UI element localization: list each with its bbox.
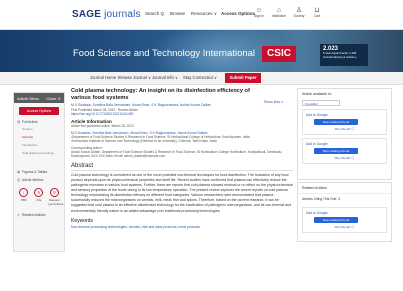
ad-title[interactable]: Add to Google: [306, 113, 383, 117]
logo-journals: journals: [104, 9, 141, 20]
sidebar-item-label: Article Metrics: [22, 178, 44, 183]
article-menu-title: Article Menu: [17, 95, 40, 101]
article-info-line: Article first published online: March 28…: [71, 124, 134, 129]
cite-button[interactable]: ✎ Cite: [33, 187, 45, 206]
csic-logo: CSIC: [262, 46, 296, 62]
why-this-ad-link[interactable]: Why this ad? ⓘ: [306, 156, 383, 160]
institution-label: Institution: [271, 14, 287, 19]
related-heading: Related Articles: [298, 183, 391, 194]
sidebar-item-metrics[interactable]: ▥ Article Metrics: [14, 176, 64, 184]
article-main: Cold plasma technology: An insight on it…: [71, 88, 293, 288]
sage-journals-logo[interactable]: SAGE journals: [72, 9, 141, 20]
related-articles-link[interactable]: ◎ Related Articles: [14, 211, 64, 219]
sidebar-item-label: Full Article: [22, 120, 38, 124]
doi-link[interactable]: https://doi.org/10.1177/1082013221104149…: [71, 112, 133, 116]
access-options-button[interactable]: Access Options: [19, 107, 59, 115]
stay-connected-menu[interactable]: Stay Connected ∨: [183, 75, 217, 80]
cite-label: Cite: [36, 197, 42, 202]
indexing-link[interactable]: Journal indexing & metrics »: [323, 56, 365, 60]
download-icon: ↓: [19, 187, 29, 197]
journal-banner: Food Science and Technology Internationa…: [0, 30, 403, 72]
related-articles-box: Related Articles Articles Citing This On…: [297, 182, 392, 242]
available-heading: Article available in:: [302, 92, 332, 96]
journal-info-menu[interactable]: Journal Info ∨: [152, 75, 178, 80]
page: SAGE journals Search Q Browse Resources …: [0, 0, 403, 291]
submit-paper-button[interactable]: Submit Paper: [225, 73, 261, 83]
sidebar-item-content[interactable]: Content: [14, 126, 64, 134]
sidebar-item-figures[interactable]: ▣ Figures & Tables: [14, 168, 64, 176]
cart-button[interactable]: ⊔ Cart: [306, 7, 328, 19]
journal-nav: Journal Home Browse Journal ∨ Journal In…: [0, 72, 403, 85]
society-label: Society: [293, 14, 305, 19]
nav-search[interactable]: Search Q: [145, 11, 164, 16]
logo-brand: SAGE: [72, 9, 102, 20]
article-menu: Article Menu Close ✕ Access Options ▤ Ful…: [13, 92, 65, 252]
signin-label: Sign in: [253, 14, 265, 19]
keywords-heading: Keywords: [71, 217, 93, 224]
pdf-button[interactable]: ↓ PDF: [18, 187, 30, 206]
permissions-label: Request permissions: [48, 197, 64, 206]
affiliation-2: ²Horticulture Institute of Science and T…: [71, 139, 217, 144]
stop-seeing-ad-button[interactable]: Stop reading this ad: [314, 217, 358, 223]
close-menu-button[interactable]: Close ✕: [46, 96, 61, 101]
signin-button[interactable]: ☺ Sign in: [248, 7, 270, 19]
nav-browse[interactable]: Browse: [170, 11, 185, 16]
article-title: Cold plasma technology: An insight on it…: [71, 88, 250, 101]
nav-resources[interactable]: Resources ∨: [191, 11, 217, 17]
sidebar-item-introduction[interactable]: Introduction: [14, 142, 64, 150]
sidebar-item-abstract[interactable]: Abstract: [14, 134, 64, 142]
ad-panel-1: Add to Google Stop reading this ad Why t…: [302, 109, 387, 135]
institution-button[interactable]: ⌂ Institution: [268, 7, 290, 19]
sidebar-item-cold-plasma[interactable]: Cold plasma technology: [14, 150, 64, 158]
impact-factor-box[interactable]: 2.023 5-Year Impact Factor: 2.296 Journa…: [320, 44, 368, 66]
keywords-list[interactable]: Non-thermal processing technologies, cer…: [71, 225, 293, 229]
ad-panel-2: Add to Google Stop reading this ad Why t…: [302, 138, 387, 164]
corresponding-text: Ashok Kumar Daliah, Department of Food S…: [71, 150, 283, 159]
stop-seeing-ad-button[interactable]: Stop reading this ad: [314, 148, 358, 154]
abstract-heading: Abstract: [71, 163, 293, 171]
ad-title[interactable]: Add to Google: [306, 211, 383, 215]
show-more-link[interactable]: Show less ∧: [264, 100, 284, 104]
ad-panel-3: Add to Google Stop reading this ad Why t…: [302, 207, 387, 233]
article-tools: ↓ PDF ✎ Cite ⚲ Request permissions: [14, 185, 64, 206]
sidebar-item-full-article[interactable]: ▤ Full Article: [14, 118, 64, 126]
sidebar-item-label: Related Articles: [22, 212, 46, 217]
browse-journal-menu[interactable]: Browse Journal ∨: [118, 75, 151, 80]
permissions-icon: ⚲: [49, 187, 59, 197]
article-availability-box: Article available in: CrossRef Add to Go…: [297, 88, 392, 180]
why-this-ad-link[interactable]: Why this ad? ⓘ: [306, 225, 383, 229]
journal-title[interactable]: Food Science and Technology Internationa…: [73, 48, 255, 59]
top-bar: SAGE journals Search Q Browse Resources …: [0, 0, 403, 30]
permissions-button[interactable]: ⚲ Request permissions: [48, 187, 64, 206]
journal-home-link[interactable]: Journal Home: [90, 75, 116, 80]
available-select[interactable]: CrossRef: [302, 100, 340, 106]
cart-label: Cart: [313, 14, 321, 19]
ad-title[interactable]: Add to Google: [306, 142, 383, 146]
pdf-label: PDF: [20, 197, 27, 202]
citing-articles-link[interactable]: Articles Citing This One: 3: [298, 194, 391, 204]
sidebar-item-label: Figures & Tables: [22, 169, 48, 174]
stop-seeing-ad-button[interactable]: Stop reading this ad: [314, 119, 358, 125]
abstract-text: Cold plasma technology is considered as …: [71, 172, 293, 213]
why-this-ad-link[interactable]: Why this ad? ⓘ: [306, 127, 383, 131]
cite-icon: ✎: [34, 187, 44, 197]
article-menu-header: Article Menu Close ✕: [14, 93, 64, 103]
